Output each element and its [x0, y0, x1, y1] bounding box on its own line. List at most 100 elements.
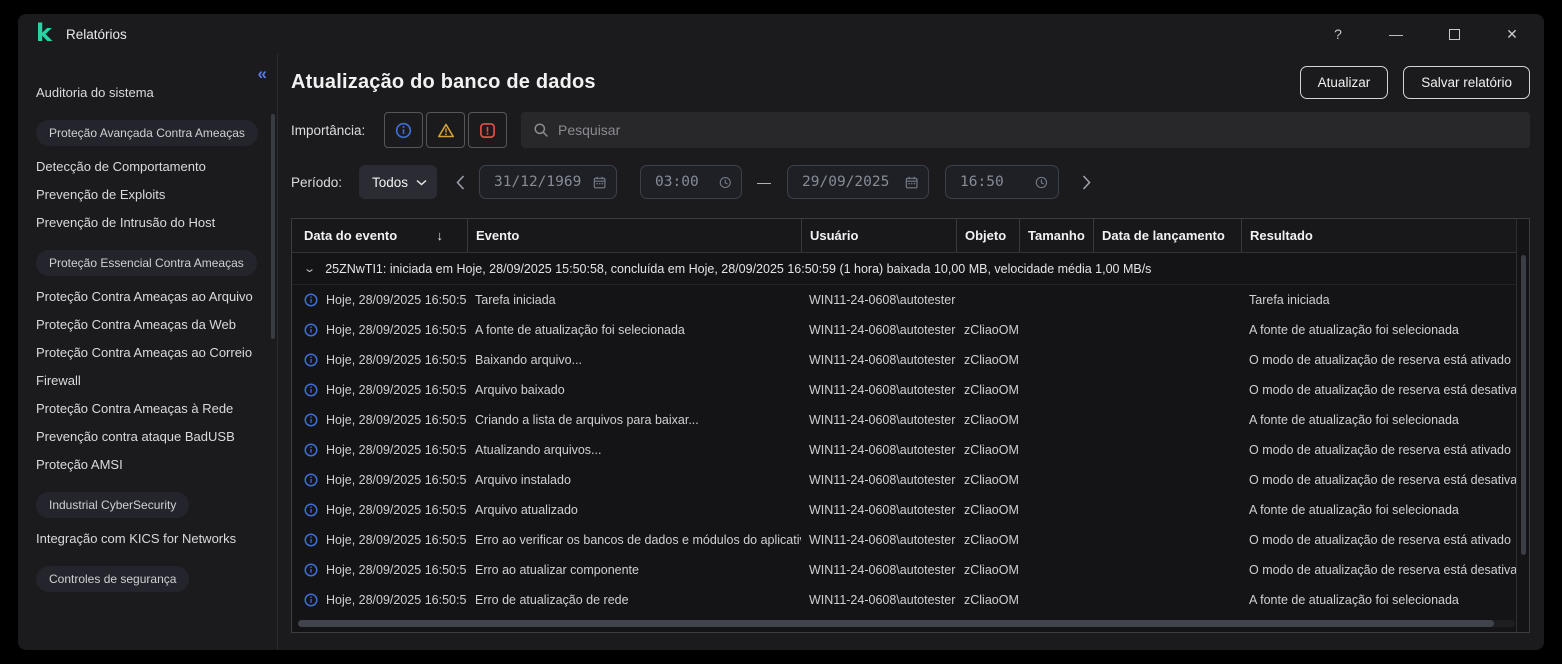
table-row[interactable]: Hoje, 28/09/2025 16:50:58 Arquivo instal…	[292, 465, 1516, 495]
table-row[interactable]: Hoje, 28/09/2025 16:50:58 Baixando arqui…	[292, 345, 1516, 375]
sidebar-scrollbar[interactable]	[271, 114, 275, 339]
task-group-row[interactable]: ⌄ 25ZNwTI1: iniciada em Hoje, 28/09/2025…	[292, 253, 1516, 285]
column-header-data-do-evento[interactable]: Data do evento ↓	[292, 219, 467, 252]
table-row[interactable]: Hoje, 28/09/2025 16:50:58 Tarefa iniciad…	[292, 285, 1516, 315]
date-to-field[interactable]	[787, 165, 929, 199]
sidebar-item-ameacas-correio[interactable]: Proteção Contra Ameaças ao Correio	[18, 338, 277, 366]
event-release-date	[1093, 555, 1241, 585]
collapse-sidebar-button[interactable]: «	[258, 64, 265, 84]
column-header-objeto[interactable]: Objeto	[956, 219, 1019, 252]
event-result: O modo de atualização de reserva está de…	[1241, 555, 1516, 585]
chevron-right-icon	[1082, 175, 1091, 190]
importance-label: Importância:	[291, 123, 384, 138]
table-row[interactable]: Hoje, 28/09/2025 16:50:58 Atualizando ar…	[292, 435, 1516, 465]
table-row[interactable]: Hoje, 28/09/2025 16:50:58 Erro de atuali…	[292, 585, 1516, 615]
event-user: WIN11-24-0608\autotester	[801, 405, 956, 435]
event-date: Hoje, 28/09/2025 16:50:58	[326, 443, 467, 457]
date-to-input[interactable]	[802, 174, 905, 190]
period-prev-button[interactable]	[445, 165, 475, 199]
table-row[interactable]: Hoje, 28/09/2025 16:50:58 Arquivo atuali…	[292, 495, 1516, 525]
column-header-resultado[interactable]: Resultado	[1241, 219, 1516, 252]
time-to-input[interactable]	[960, 174, 1035, 190]
sidebar-item-badusb[interactable]: Prevenção contra ataque BadUSB	[18, 422, 277, 450]
event-release-date	[1093, 495, 1241, 525]
event-object: zCliaoOM	[956, 525, 1019, 555]
table-gutter-divider	[1516, 219, 1517, 632]
importance-warning-toggle[interactable]	[426, 112, 465, 148]
kaspersky-logo-icon: k	[36, 21, 52, 45]
window-title: Relatórios	[66, 27, 127, 42]
event-result: O modo de atualização de reserva está at…	[1241, 345, 1516, 375]
table-row[interactable]: Hoje, 28/09/2025 16:50:58 Criando a list…	[292, 405, 1516, 435]
sidebar-section-controles: Controles de segurança	[36, 566, 189, 592]
sidebar-item-ameacas-web[interactable]: Proteção Contra Ameaças da Web	[18, 310, 277, 338]
event-size	[1019, 525, 1093, 555]
search-input[interactable]	[558, 122, 1518, 138]
clock-icon	[1035, 175, 1048, 190]
events-table: Data do evento ↓ Evento Usuário Objeto T…	[291, 218, 1530, 633]
event-result: A fonte de atualização foi selecionada	[1241, 585, 1516, 615]
event-date: Hoje, 28/09/2025 16:50:58	[326, 293, 467, 307]
importance-critical-toggle[interactable]	[468, 112, 507, 148]
event-object: zCliaoOM	[956, 345, 1019, 375]
sidebar-item-kics[interactable]: Integração com KICS for Networks	[18, 524, 277, 552]
column-header-lancamento[interactable]: Data de lançamento	[1093, 219, 1241, 252]
sidebar-item-amsi[interactable]: Proteção AMSI	[18, 450, 277, 478]
column-header-usuario[interactable]: Usuário	[801, 219, 956, 252]
refresh-button[interactable]: Atualizar	[1300, 66, 1389, 99]
time-from-field[interactable]	[640, 165, 742, 199]
event-object: zCliaoOM	[956, 315, 1019, 345]
close-button[interactable]: ✕	[1498, 21, 1526, 47]
table-row[interactable]: Hoje, 28/09/2025 16:50:58 Arquivo baixad…	[292, 375, 1516, 405]
event-result: O modo de atualização de reserva está at…	[1241, 435, 1516, 465]
event-name: Erro ao verificar os bancos de dados e m…	[467, 525, 801, 555]
sidebar-item-auditoria[interactable]: Auditoria do sistema	[18, 78, 277, 106]
horizontal-scrollbar[interactable]	[298, 620, 1515, 627]
event-result: A fonte de atualização foi selecionada	[1241, 495, 1516, 525]
event-result: O modo de atualização de reserva está de…	[1241, 375, 1516, 405]
sidebar-item-prevencao-intrusao[interactable]: Prevenção de Intrusão do Host	[18, 208, 277, 236]
time-to-field[interactable]	[945, 165, 1059, 199]
horizontal-scrollbar-thumb[interactable]	[298, 620, 1494, 627]
event-result: O modo de atualização de reserva está de…	[1241, 465, 1516, 495]
event-date: Hoje, 28/09/2025 16:50:58	[326, 503, 467, 517]
column-header-evento[interactable]: Evento	[467, 219, 801, 252]
sidebar-item-ameacas-rede[interactable]: Proteção Contra Ameaças à Rede	[18, 394, 277, 422]
save-report-button[interactable]: Salvar relatório	[1403, 66, 1530, 99]
period-separator: —	[757, 174, 771, 190]
search-icon	[533, 122, 549, 138]
maximize-icon	[1449, 29, 1460, 40]
column-header-tamanho[interactable]: Tamanho	[1019, 219, 1093, 252]
table-row[interactable]: Hoje, 28/09/2025 16:50:58 A fonte de atu…	[292, 315, 1516, 345]
time-from-input[interactable]	[655, 174, 718, 190]
event-result: Tarefa iniciada	[1241, 285, 1516, 315]
date-from-input[interactable]	[494, 174, 593, 190]
vertical-scrollbar-thumb[interactable]	[1521, 255, 1526, 555]
importance-info-toggle[interactable]	[384, 112, 423, 148]
event-user: WIN11-24-0608\autotester	[801, 345, 956, 375]
period-range-dropdown[interactable]: Todos	[359, 165, 437, 199]
table-row[interactable]: Hoje, 28/09/2025 16:50:58 Erro ao verifi…	[292, 525, 1516, 555]
event-name: Arquivo baixado	[467, 375, 801, 405]
info-icon	[304, 383, 318, 397]
minimize-button[interactable]: —	[1382, 21, 1410, 47]
event-release-date	[1093, 585, 1241, 615]
event-size	[1019, 315, 1093, 345]
event-result: A fonte de atualização foi selecionada	[1241, 315, 1516, 345]
event-name: Arquivo instalado	[467, 465, 801, 495]
sidebar-item-firewall[interactable]: Firewall	[18, 366, 277, 394]
sort-desc-icon: ↓	[437, 228, 444, 243]
sidebar-item-prevencao-exploits[interactable]: Prevenção de Exploits	[18, 180, 277, 208]
chevron-down-icon	[416, 179, 427, 186]
info-icon	[304, 533, 318, 547]
date-from-field[interactable]	[479, 165, 617, 199]
sidebar-item-deteccao-comportamento[interactable]: Detecção de Comportamento	[18, 152, 277, 180]
event-size	[1019, 285, 1093, 315]
sidebar-item-ameacas-arquivo[interactable]: Proteção Contra Ameaças ao Arquivo	[18, 282, 277, 310]
maximize-button[interactable]	[1440, 21, 1468, 47]
period-next-button[interactable]	[1071, 165, 1101, 199]
event-release-date	[1093, 375, 1241, 405]
table-row[interactable]: Hoje, 28/09/2025 16:50:58 Erro ao atuali…	[292, 555, 1516, 585]
help-button[interactable]: ?	[1324, 21, 1352, 47]
event-date: Hoje, 28/09/2025 16:50:58	[326, 413, 467, 427]
